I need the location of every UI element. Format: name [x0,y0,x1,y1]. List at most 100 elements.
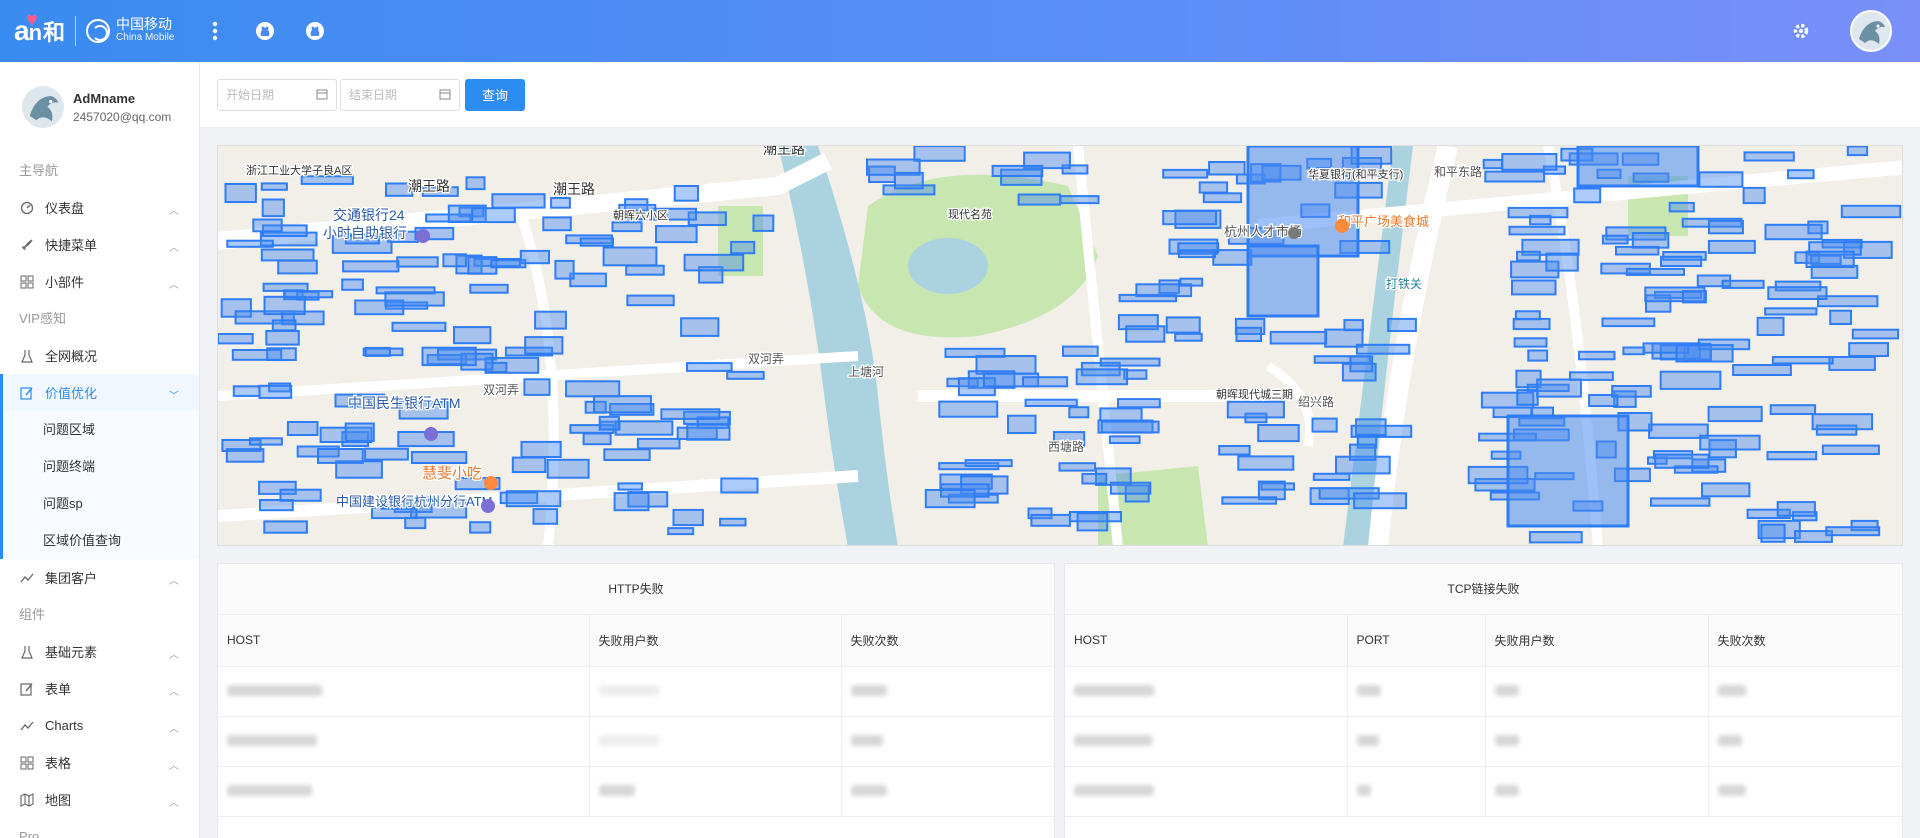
nav-item-group-customers[interactable]: 集团客户 ︿ [0,559,199,596]
building-polygon [546,458,590,479]
logo-divider [75,16,77,46]
building-polygon [218,333,254,345]
column-header[interactable]: 失败次数 [841,615,1054,667]
building-polygon [534,310,567,330]
trend-icon [19,570,35,586]
brand-en: China Mobile [116,32,175,43]
building-polygon [720,477,759,494]
header-avatar[interactable] [1850,10,1892,52]
building-polygon [1068,406,1090,419]
sub-item-problem-area[interactable]: 问题区域 [0,411,199,448]
map-label: 和平广场美食城 [1338,214,1429,229]
sub-item-area-value-query[interactable]: 区域价值查询 [0,522,199,559]
building-polygon [1312,472,1351,481]
building-polygon [991,164,1044,177]
chevron-down-icon: ﹀ [169,391,179,402]
building-polygon [364,447,409,461]
building-polygon [520,440,562,458]
nav-label: 小部件 [45,275,85,290]
building-polygon [1202,192,1243,204]
table-row[interactable] [1065,766,1902,817]
building-polygon [565,380,621,398]
building-polygon [752,214,775,232]
column-header[interactable]: 失败用户数 [589,615,842,667]
table-row[interactable] [218,766,1054,817]
building-polygon [1174,332,1203,342]
table-row[interactable] [218,666,1054,717]
column-header[interactable]: 失败用户数 [1485,615,1709,667]
http-failure-panel: HTTP失败 HOST 失败用户数 失败次数 [217,563,1055,838]
building-polygon [1760,523,1786,543]
building-polygon [569,272,607,288]
nav-item-shortcuts[interactable]: 快捷菜单 ︿ [0,226,199,263]
nav-item-network-overview[interactable]: 全网概况 [0,337,199,374]
building-polygon [1529,214,1552,226]
building-polygon [226,239,274,248]
building-polygon [404,516,427,530]
building-polygon [279,488,322,502]
nav-item-widgets[interactable]: 小部件 ︿ [0,263,199,300]
tcp-failure-panel: TCP链接失败 HOST PORT 失败用户数 失败次数 [1064,563,1903,838]
user-profile[interactable]: AdMname 2457020@qq.com [0,62,199,152]
more-vertical-icon[interactable] [204,20,226,42]
building-polygon [1162,168,1209,179]
building-polygon [1766,451,1818,461]
nav-item-dashboard[interactable]: 仪表盘 ︿ [0,189,199,226]
column-header[interactable]: HOST [218,615,590,667]
trend-icon [19,718,35,734]
gear-icon[interactable] [1790,20,1812,42]
start-date-input[interactable]: 开始日期 [217,78,337,111]
building-polygon [1221,496,1278,505]
table-row[interactable] [1065,716,1902,767]
nav-item-forms[interactable]: 表单 ︿ [0,670,199,707]
china-mobile-logo: 中国移动 China Mobile [86,17,175,44]
end-date-input[interactable]: 结束日期 [340,78,460,111]
nav-item-maps[interactable]: 地图 ︿ [0,781,199,818]
building-polygon [224,183,257,203]
map-label: 中国民生银行ATM [348,395,461,411]
building-polygon [614,420,674,436]
column-header[interactable]: PORT [1347,615,1486,667]
github-icon-2[interactable] [304,20,326,42]
nav-item-tables[interactable]: 表格 ︿ [0,744,199,781]
building-polygon [626,294,675,307]
chevron-up-icon: ︿ [169,724,179,735]
nav-item-value-optimization[interactable]: 价值优化 ﹀ [0,374,199,411]
building-polygon [261,198,285,218]
http-failure-table: HOST 失败用户数 失败次数 [218,615,1054,817]
building-polygon [505,490,562,508]
building-polygon [286,421,319,436]
building-polygon [603,448,651,461]
building-polygon [232,385,261,397]
building-polygon [1699,434,1761,451]
building-polygon [1511,279,1557,296]
building-polygon [1545,252,1579,272]
nav-label: 全网概况 [45,349,98,364]
table-cell [841,766,1054,817]
building-polygon [471,207,516,224]
nav-item-charts[interactable]: Charts ︿ [0,707,199,744]
building-polygon [1024,398,1078,407]
map-view[interactable]: 潮王路 潮王路 潮王路 交通银行24 小时自助银行 中国民生银行ATM 双河弄 双河弄 慧斐小吃… [217,145,1903,546]
building-polygon [260,182,288,191]
column-header[interactable]: 失败次数 [1708,615,1902,667]
table-row[interactable] [218,716,1054,767]
chevron-up-icon: ︿ [169,798,179,809]
building-polygon [1246,244,1320,318]
building-polygon [532,508,559,525]
table-cell [1065,666,1348,717]
sub-item-problem-sp[interactable]: 问题sp [0,485,199,522]
github-icon[interactable] [254,20,276,42]
building-polygon [672,508,704,527]
food-marker-icon [484,476,498,490]
building-polygon [913,146,966,162]
app-logo[interactable]: a ♥ n 和 中国移动 China Mobile [14,9,175,51]
building-polygon [1076,512,1109,532]
building-polygon [396,256,439,268]
query-button[interactable]: 查询 [465,78,525,111]
sub-item-problem-terminal[interactable]: 问题终端 [0,448,199,485]
nav-item-basic-elements[interactable]: 基础元素 ︿ [0,633,199,670]
table-row[interactable] [1065,666,1902,717]
column-header[interactable]: HOST [1065,615,1348,667]
building-polygon [465,176,486,191]
